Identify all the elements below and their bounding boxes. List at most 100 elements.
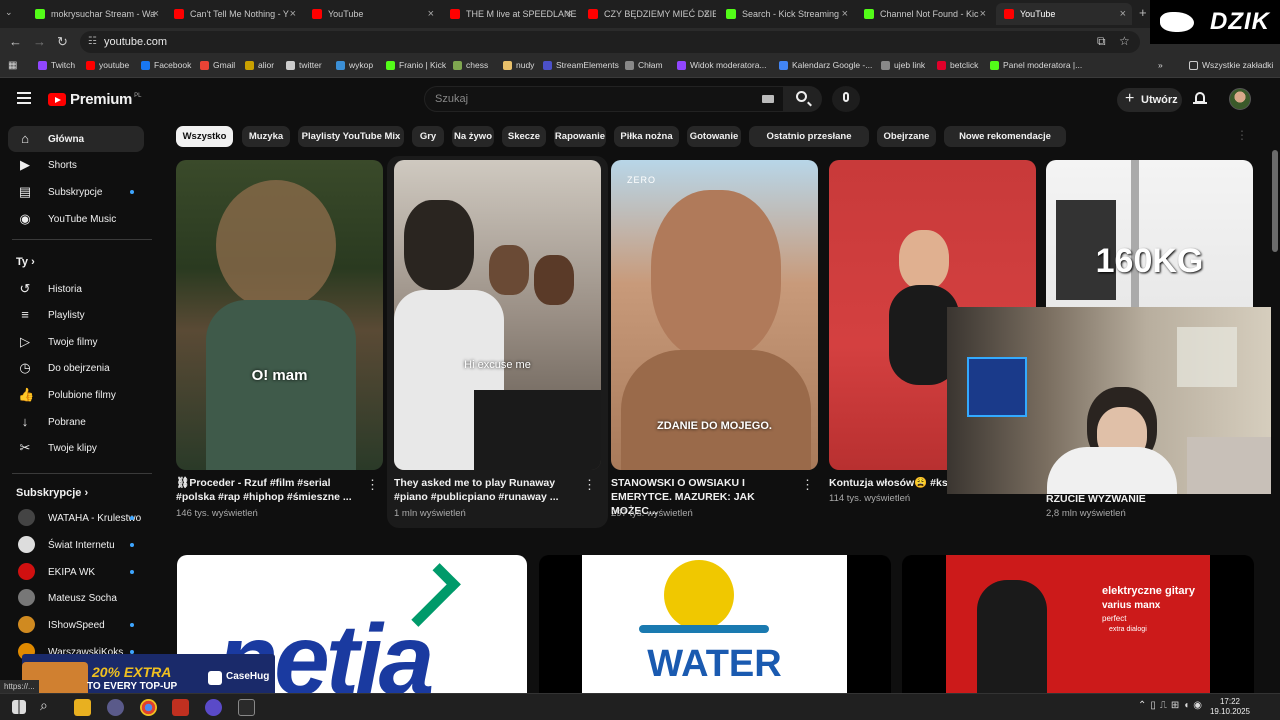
sidebar-item[interactable]: 👍 Polubione filmy (8, 382, 144, 408)
bookmark-item[interactable]: chess (453, 60, 488, 70)
short-title[interactable]: They asked me to play Runaway #piano #pu… (394, 476, 574, 504)
chevron-right-icon[interactable]: » (1158, 60, 1163, 70)
menu-icon[interactable] (17, 92, 31, 104)
clock[interactable]: 17:22 19.10.2025 (1200, 697, 1260, 717)
short-thumbnail[interactable]: O! mam (176, 160, 383, 470)
bookmark-item[interactable]: Panel moderatora |... (990, 60, 1082, 70)
app-icon[interactable] (172, 699, 189, 716)
browser-tab[interactable]: THE M live at SPEEDLANE × (442, 3, 578, 25)
bookmark-item[interactable]: nudy (503, 60, 534, 70)
more-vert-icon[interactable]: ⋮ (583, 478, 596, 491)
back-arrow-icon[interactable]: ← (9, 34, 22, 49)
close-icon[interactable]: × (842, 8, 848, 20)
search-input[interactable]: Szukaj (424, 86, 784, 112)
scrollbar-thumb[interactable] (1272, 150, 1278, 252)
sidebar-item[interactable]: ◷ Do obejrzenia (8, 355, 144, 381)
sidebar-item[interactable]: Świat Internetu (8, 532, 144, 558)
bookmark-item[interactable]: youtube (86, 60, 129, 70)
site-info-icon[interactable]: ☷ (88, 36, 97, 47)
new-tab-button[interactable]: + (1139, 5, 1147, 20)
bookmark-item[interactable]: Twitch (38, 60, 75, 70)
bookmark-star-icon[interactable]: ☆ (1119, 34, 1130, 48)
filter-chip[interactable]: Piłka nożna (614, 126, 679, 147)
browser-tab[interactable]: mokrysuchar Stream - Wa × (27, 3, 165, 25)
browser-tab-active[interactable]: YouTube × (996, 3, 1132, 25)
bookmark-item[interactable]: twitter (286, 60, 322, 70)
sidebar-item[interactable]: Mateusz Socha (8, 585, 144, 611)
filter-chip[interactable]: Ostatnio przesłane (749, 126, 869, 147)
account-avatar[interactable] (1229, 88, 1251, 110)
chrome-icon[interactable] (140, 699, 157, 716)
app-icon[interactable] (107, 699, 124, 716)
browser-tab[interactable]: Search - Kick Streaming × (718, 3, 854, 25)
close-icon[interactable]: × (1120, 8, 1126, 20)
bookmark-item[interactable]: Chłam (625, 60, 663, 70)
bookmark-item[interactable]: Gmail (200, 60, 235, 70)
sidebar-item[interactable]: WATAHA - Krulestwo (8, 505, 144, 531)
browser-tab[interactable]: CZY BĘDZIEMY MIEĆ DZIE × (580, 3, 716, 25)
search-icon[interactable]: ⌕ (40, 697, 57, 714)
sidebar-item[interactable]: ◉ YouTube Music (8, 206, 144, 232)
browser-tab[interactable]: Channel Not Found - Kic × (856, 3, 992, 25)
keyboard-icon[interactable] (762, 95, 774, 103)
filter-chip[interactable]: Skecze (502, 126, 546, 147)
sidebar-item[interactable]: ≡ Playlisty (8, 302, 144, 328)
tab-search-icon[interactable]: ⌄ (5, 7, 13, 18)
short-title[interactable]: RZUCIE WYZWANIE (1046, 492, 1226, 506)
voice-search-button[interactable] (832, 86, 860, 112)
bookmark-item[interactable]: ujeb link (881, 60, 925, 70)
sidebar-item[interactable]: EKIPA WK (8, 559, 144, 585)
close-icon[interactable]: × (980, 8, 986, 20)
bookmark-item[interactable]: StreamElements (543, 60, 619, 70)
sidebar-item[interactable]: ▶ Shorts (8, 152, 144, 178)
browser-tab[interactable]: Can't Tell Me Nothing - Y × (166, 3, 302, 25)
bookmark-item[interactable]: Franio | Kick (386, 60, 446, 70)
close-icon[interactable]: × (566, 8, 572, 20)
sidebar-item[interactable]: IShowSpeed (8, 612, 144, 638)
bookmark-item[interactable]: Kalendarz Google -... (779, 60, 872, 70)
sidebar-item[interactable]: ↓ Pobrane (8, 409, 144, 435)
close-icon[interactable]: × (290, 8, 296, 20)
filter-chip[interactable]: Wszystko (176, 126, 233, 147)
video-thumbnail[interactable]: elektryczne gitary varius manx perfect e… (902, 555, 1254, 693)
bookmark-item[interactable]: alior (245, 60, 274, 70)
address-bar[interactable]: ☷ youtube.com (80, 31, 1140, 53)
close-icon[interactable]: × (704, 8, 710, 20)
forward-arrow-icon[interactable]: → (33, 34, 46, 49)
filter-chip[interactable]: Nowe rekomendacje (944, 126, 1066, 147)
youtube-logo[interactable]: Premium PL (48, 91, 141, 108)
more-vert-icon[interactable]: ⋮ (366, 478, 379, 491)
bookmark-item[interactable]: Facebook (141, 60, 191, 70)
search-button[interactable] (784, 86, 822, 112)
sidebar-item[interactable]: ▤ Subskrypcje (8, 179, 144, 205)
sidebar-item[interactable]: ⌂ Główna (8, 126, 144, 152)
windows-start-icon[interactable] (12, 700, 26, 714)
filter-chip[interactable]: Gry (412, 126, 444, 147)
close-icon[interactable]: × (153, 8, 159, 20)
browser-tab[interactable]: YouTube × (304, 3, 440, 25)
file-explorer-icon[interactable] (74, 699, 91, 716)
filter-chip[interactable]: Muzyka (242, 126, 290, 147)
sidebar-item[interactable]: ✂ Twoje klipy (8, 435, 144, 461)
sidebar-item[interactable]: ▷ Twoje filmy (8, 329, 144, 355)
bookmark-item[interactable]: betclick (937, 60, 978, 70)
filter-chip[interactable]: Obejrzane (877, 126, 936, 147)
short-thumbnail[interactable]: Hi excuse me (394, 160, 601, 470)
sidebar-item[interactable]: ↺ Historia (8, 276, 144, 302)
system-tray[interactable]: ⌃▯⎍⊞◖◉ (1138, 700, 1206, 711)
filter-chip[interactable]: Rapowanie (554, 126, 606, 147)
you-section-heading[interactable]: Ty › (16, 256, 35, 268)
filter-chip[interactable]: Playlisty YouTube Mix (298, 126, 404, 147)
filter-chip[interactable]: Gotowanie (687, 126, 741, 147)
notifications-bell-icon[interactable] (1193, 91, 1207, 106)
apps-grid-icon[interactable]: ▦ (8, 60, 17, 71)
subscriptions-section-heading[interactable]: Subskrypcje › (16, 487, 88, 499)
app-icon[interactable] (205, 699, 222, 716)
close-icon[interactable]: × (428, 8, 434, 20)
more-vert-icon[interactable]: ⋮ (801, 478, 814, 491)
install-icon[interactable]: ⧉ (1097, 34, 1106, 49)
epic-games-icon[interactable] (238, 699, 255, 716)
create-button[interactable]: + Utwórz (1117, 88, 1182, 112)
reload-icon[interactable]: ↻ (57, 34, 68, 50)
filter-chip[interactable]: Na żywo (452, 126, 494, 147)
